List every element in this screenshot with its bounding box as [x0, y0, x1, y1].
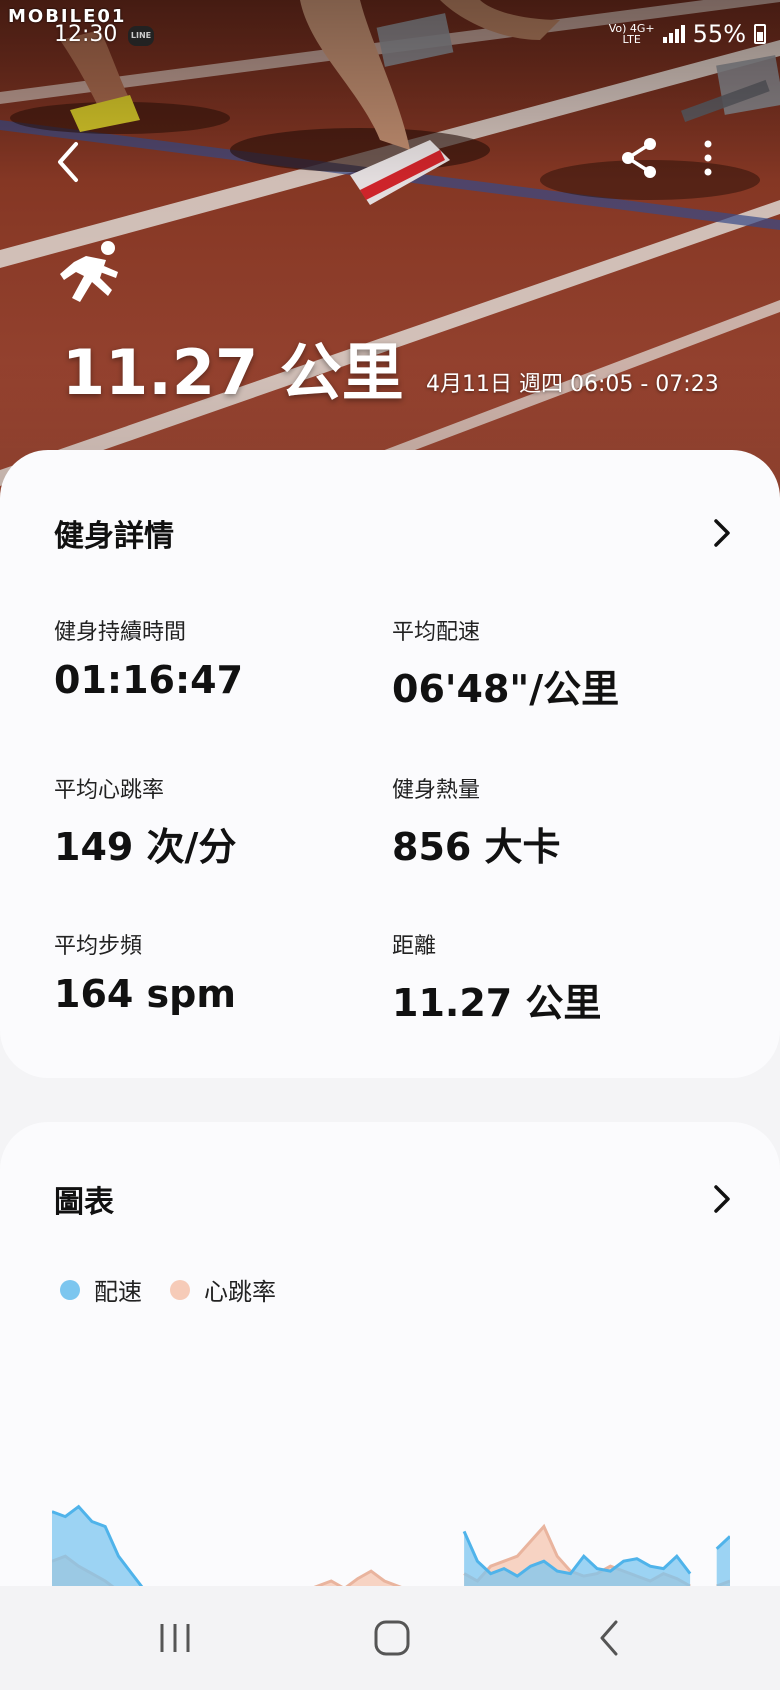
stat-calories: 健身熱量 856 大卡 [392, 772, 712, 871]
stat-value: 06'48"/公里 [392, 667, 620, 711]
stat-label: 健身持續時間 [54, 620, 187, 645]
status-clock: 12:30 [54, 22, 118, 47]
stat-label: 平均步頻 [54, 934, 143, 959]
stat-value: 149 次/分 [54, 825, 237, 869]
workout-details-card: 健身詳情 健身持續時間 01:16:47 平均配速 06'48"/公里 平均心跳… [0, 450, 780, 1078]
stat-label: 健身熱量 [392, 778, 481, 803]
stat-value: 164 spm [54, 972, 236, 1016]
recent-apps-icon [160, 1624, 190, 1652]
chart-title: 圖表 [54, 1185, 114, 1220]
details-header[interactable]: 健身詳情 [54, 508, 734, 558]
stat-distance: 距離 11.27 公里 [392, 928, 712, 1027]
back-arrow-icon [58, 142, 78, 182]
details-title: 健身詳情 [54, 519, 174, 554]
distance-title: 11.27 公里 [62, 336, 404, 409]
legend-pace: 配速 [60, 1272, 142, 1307]
nav-back-button[interactable] [576, 1608, 646, 1668]
stat-value: 01:16:47 [54, 658, 244, 702]
system-navigation-bar [0, 1586, 780, 1690]
stat-avg-pace: 平均配速 06'48"/公里 [392, 614, 712, 713]
chart-header[interactable]: 圖表 [54, 1174, 734, 1224]
back-button[interactable] [46, 132, 96, 188]
more-options-button[interactable] [688, 134, 728, 182]
session-datetime: 4月11日 週四 06:05 - 07:23 [426, 372, 719, 397]
running-icon [60, 241, 118, 302]
legend-pace-label: 配速 [94, 1278, 142, 1306]
legend-pace-dot [60, 1279, 80, 1300]
share-button[interactable] [616, 134, 664, 182]
stat-avg-heart-rate: 平均心跳率 149 次/分 [54, 772, 374, 871]
network-bottom: LTE [622, 33, 641, 46]
line-notification-icon: LINE [128, 26, 154, 46]
battery-icon [754, 24, 766, 44]
chevron-right-icon [714, 519, 730, 547]
status-icons: Vo) 4G+ LTE 55% [609, 20, 766, 48]
status-bar: MOBILE01 12:30 LINE Vo) 4G+ LTE 55% [0, 0, 780, 60]
stat-label: 距離 [392, 934, 437, 959]
signal-icon [662, 25, 685, 43]
chevron-right-icon [714, 1185, 730, 1213]
recent-apps-button[interactable] [140, 1608, 210, 1668]
hero-banner: MOBILE01 12:30 LINE Vo) 4G+ LTE 55% 11.2… [0, 0, 780, 520]
battery-percent: 55% [692, 20, 746, 48]
legend-heart-rate: 心跳率 [170, 1272, 276, 1307]
home-button[interactable] [356, 1608, 426, 1668]
back-icon [600, 1620, 618, 1656]
network-indicator: Vo) 4G+ LTE [609, 23, 655, 45]
legend-heart-rate-dot [170, 1279, 190, 1300]
stat-value: 856 大卡 [392, 825, 561, 869]
legend-heart-rate-label: 心跳率 [204, 1278, 276, 1306]
stat-value: 11.27 公里 [392, 981, 602, 1025]
stat-avg-cadence: 平均步頻 164 spm [54, 928, 374, 1016]
stat-label: 平均配速 [392, 620, 481, 645]
share-icon [622, 138, 656, 178]
stat-label: 平均心跳率 [54, 778, 165, 803]
home-icon [374, 1620, 410, 1656]
chart-legend: 配速 心跳率 [60, 1272, 276, 1307]
stat-duration: 健身持續時間 01:16:47 [54, 614, 374, 702]
more-vertical-icon [704, 140, 712, 176]
top-action-bar [0, 120, 780, 200]
